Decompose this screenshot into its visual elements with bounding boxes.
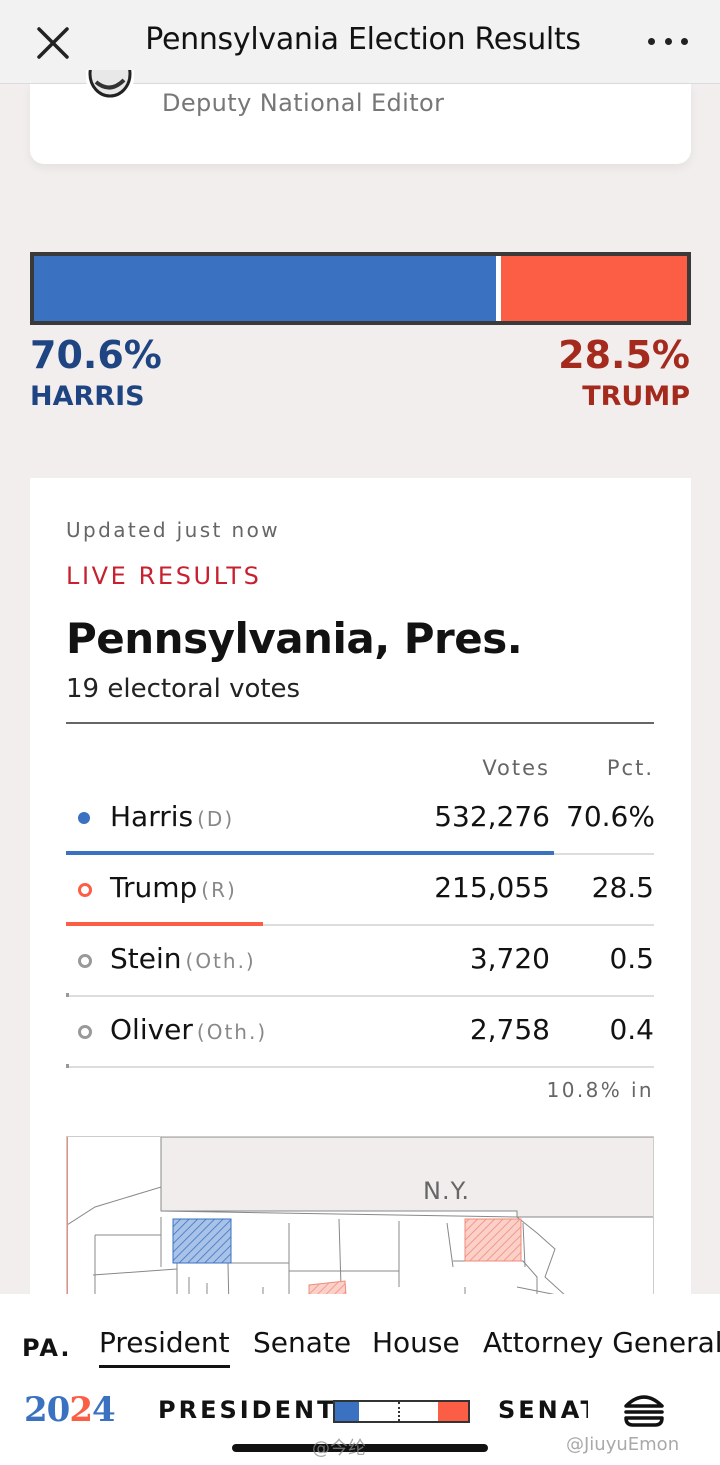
votes-column-header: Votes <box>482 756 550 780</box>
candidate-marker-icon <box>78 1025 92 1039</box>
more-horizontal-icon <box>648 38 655 45</box>
tab-house[interactable]: House <box>372 1326 460 1359</box>
harris-share-bar <box>34 256 496 321</box>
candidate-row-stein: Stein (Oth.) 3,720 0.5 <box>66 926 654 997</box>
county-map[interactable]: N.Y. <box>66 1136 654 1308</box>
ticker-president-bar[interactable] <box>333 1400 470 1423</box>
race-title: Pennsylvania, Pres. <box>66 614 523 663</box>
pct-column-header: Pct. <box>606 756 654 780</box>
candidate-row-trump: Trump (R) 215,055 28.5 <box>66 855 654 926</box>
candidate-party: (R) <box>201 878 237 902</box>
reporting-status: 10.8% in <box>546 1078 654 1102</box>
county-map-graphic <box>67 1137 653 1308</box>
close-button[interactable] <box>34 24 72 62</box>
candidate-party: (Oth.) <box>196 1020 268 1044</box>
candidate-party: (Oth.) <box>185 949 256 973</box>
candidate-votes: 215,055 <box>434 871 550 904</box>
harris-percent: 70.6% <box>30 333 162 377</box>
logo-year-part: 2 <box>69 1390 93 1430</box>
ticker-president-label[interactable]: PRESIDENT <box>158 1396 336 1424</box>
candidate-row-oliver: Oliver (Oth.) 2,758 0.4 <box>66 997 654 1068</box>
hamburger-icon[interactable] <box>622 1392 666 1428</box>
logo-year-part: 20 <box>24 1390 70 1430</box>
avatar <box>86 70 134 102</box>
ticker-senate-label[interactable]: SENATE <box>498 1396 588 1424</box>
trump-share-bar <box>495 256 687 321</box>
harris-name: HARRIS <box>30 381 145 412</box>
author-role: Deputy National Editor <box>162 89 445 117</box>
candidate-votes: 2,758 <box>469 1013 550 1046</box>
bottom-panel: PA. President Senate House Attorney Gene… <box>0 1294 720 1465</box>
more-horizontal-icon <box>681 38 688 45</box>
trump-name: TRUMP <box>582 381 690 412</box>
close-icon <box>37 27 69 59</box>
tab-attorney-general[interactable]: Attorney General <box>483 1326 720 1359</box>
more-horizontal-icon <box>664 38 672 45</box>
candidate-party: (D) <box>197 807 235 831</box>
ticker-trump-fill <box>437 1402 468 1421</box>
candidate-pct: 0.5 <box>609 942 654 975</box>
candidate-row-harris: Harris (D) 532,276 70.6% <box>66 784 655 855</box>
nav-state-label: PA. <box>22 1334 72 1362</box>
map-state-label: N.Y. <box>423 1177 471 1205</box>
trump-percent: 28.5% <box>558 333 690 377</box>
election-2024-logo[interactable]: 2024 <box>24 1390 116 1430</box>
page-title: Pennsylvania Election Results <box>145 22 581 57</box>
candidate-marker-icon <box>78 954 92 968</box>
candidate-share-bar <box>66 1064 69 1068</box>
electoral-votes: 19 electoral votes <box>66 674 301 704</box>
logo-year-part: 4 <box>92 1390 116 1430</box>
candidate-votes: 3,720 <box>469 942 550 975</box>
candidate-marker-icon <box>78 812 90 824</box>
watermark-right: @JiuyuEmon <box>566 1434 680 1455</box>
row-divider <box>66 1066 654 1068</box>
results-card: Updated just now LIVE RESULTS Pennsylvan… <box>30 478 691 1308</box>
updated-timestamp: Updated just now <box>66 518 281 542</box>
ticker-harris-fill <box>335 1402 359 1421</box>
live-results-label: LIVE RESULTS <box>66 562 262 590</box>
watermark-left: @今纶 <box>312 1438 366 1459</box>
author-card: Deputy National Editor <box>30 70 691 164</box>
ticker-bar-middle <box>358 1402 438 1421</box>
candidate-pct: 0.4 <box>609 1013 654 1046</box>
candidate-pct: 28.5 <box>591 871 654 904</box>
more-options-button[interactable] <box>648 38 688 48</box>
candidate-pct: 70.6% <box>566 800 655 833</box>
candidate-votes: 532,276 <box>434 800 550 833</box>
candidate-name: Stein <box>110 942 182 975</box>
candidate-name: Oliver <box>110 1013 193 1046</box>
candidate-marker-icon <box>78 883 92 897</box>
tab-senate[interactable]: Senate <box>253 1326 351 1359</box>
candidate-name: Trump <box>110 871 198 904</box>
divider <box>66 722 654 724</box>
candidate-name: Harris <box>110 800 194 833</box>
tab-president[interactable]: President <box>99 1326 230 1368</box>
topline-vote-bar <box>30 252 691 325</box>
